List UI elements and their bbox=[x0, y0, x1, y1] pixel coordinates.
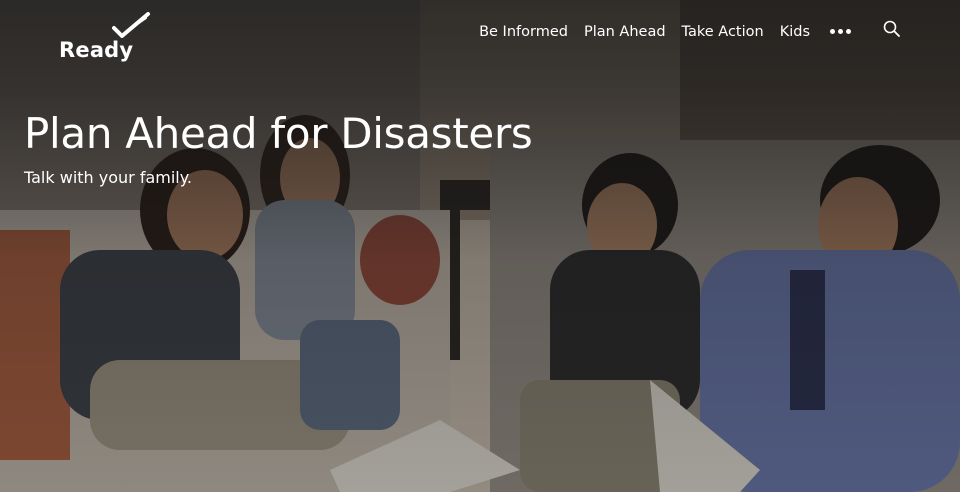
site-header: Ready Be Informed Plan Ahead Take Action… bbox=[0, 0, 960, 78]
nav-take-action[interactable]: Take Action bbox=[682, 24, 764, 40]
page-title: Plan Ahead for Disasters bbox=[24, 109, 533, 158]
search-icon[interactable] bbox=[883, 20, 900, 41]
page-subtitle: Talk with your family. bbox=[24, 168, 193, 187]
nav-kids[interactable]: Kids bbox=[780, 24, 810, 40]
main-nav: Be Informed Plan Ahead Take Action Kids bbox=[479, 20, 900, 41]
logo-link[interactable]: Ready bbox=[56, 12, 156, 68]
nav-be-informed[interactable]: Be Informed bbox=[479, 24, 568, 40]
nav-plan-ahead[interactable]: Plan Ahead bbox=[584, 24, 666, 40]
more-horizontal-icon[interactable] bbox=[828, 29, 853, 34]
logo-text: Ready bbox=[59, 38, 134, 62]
